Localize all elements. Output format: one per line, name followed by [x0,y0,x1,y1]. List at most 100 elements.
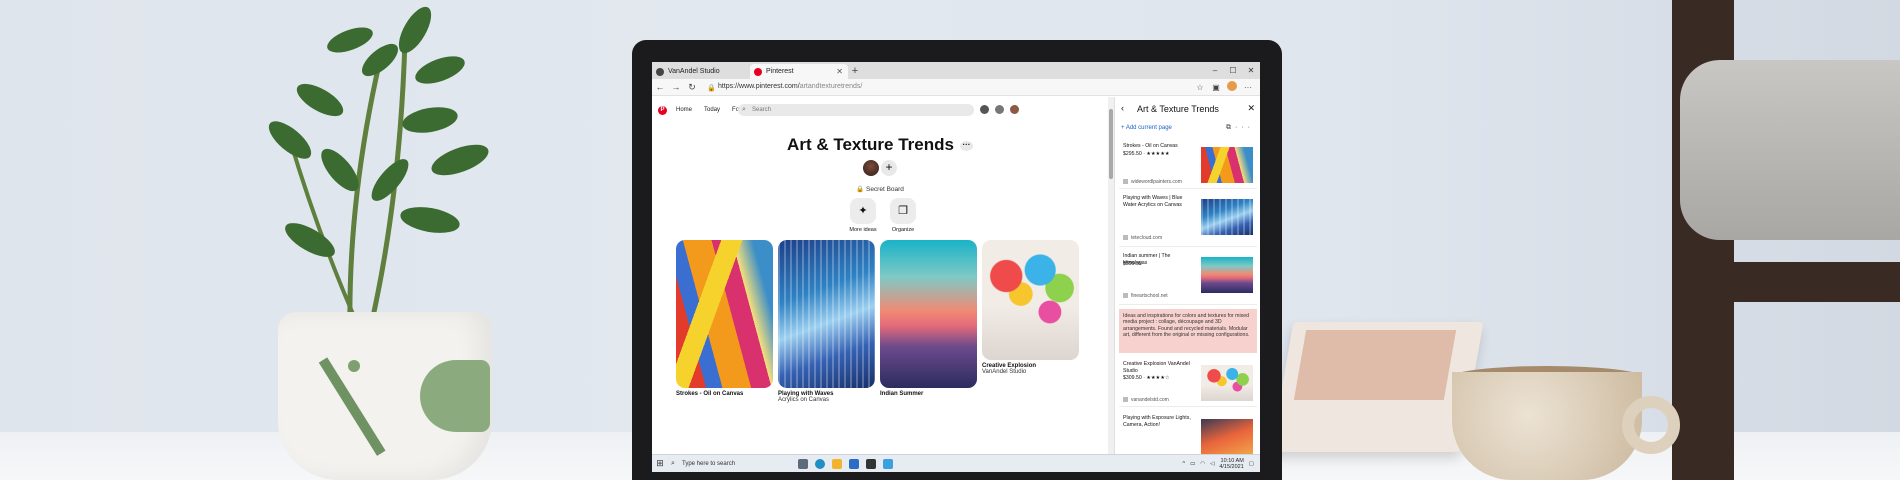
share-icon[interactable]: ⧉ [1226,124,1235,131]
phone-link-icon[interactable] [883,458,893,469]
pin-subtitle: VanAndel Studio [982,369,1027,375]
item-source-text: widewordlpainters.com [1131,179,1182,185]
taskbar-clock[interactable]: 10:10 AM 4/15/2021 [1219,458,1243,470]
back-arrow-icon[interactable]: ‹ [1121,103,1124,113]
window-controls: – ☐ ✕ [1206,62,1260,79]
url-field[interactable]: 🔒 https://www.pinterest.com/artandtextur… [704,81,1164,93]
search-placeholder: Search [752,107,772,113]
pin-card[interactable]: Playing with Waves Acrylics on Canvas [778,240,875,403]
edge-browser-icon[interactable] [815,458,825,469]
site-favicon-icon [1123,293,1128,299]
store-icon[interactable] [866,458,876,469]
board-collaborators: + [863,160,897,176]
nav-today[interactable]: Today [701,105,723,115]
pinterest-logo-icon[interactable]: P [658,105,667,115]
lock-icon: 🔒 [707,85,716,92]
notification-center-icon[interactable]: ▢ [1249,461,1254,467]
book-picture [1293,330,1457,400]
collections-header: ‹ Art & Texture Trends ✕ [1115,103,1260,117]
item-thumbnail [1201,199,1253,235]
toolbar-icons: ☆ ▣ ··· [1194,81,1260,93]
taskbar-apps [798,458,893,469]
refresh-button[interactable]: ↻ [684,82,700,93]
volume-icon[interactable]: ◁ [1210,461,1214,467]
more-options-icon[interactable]: ··· [1235,124,1254,131]
vanandel-favicon-icon [656,68,664,76]
item-source-text: fineartschool.net [1131,293,1168,299]
item-source: fineartschool.net [1123,293,1168,299]
search-icon: ⌕ [742,106,746,113]
task-view-icon[interactable] [798,458,808,469]
forward-button[interactable]: → [668,82,684,92]
board-more-button[interactable]: ··· [959,140,973,151]
pin-title: Indian Summer [880,391,924,397]
more-ideas-label: More ideas [849,227,877,233]
pin-grid: Strokes - Oil on Canvas Playing with Wav… [676,240,1079,403]
pin-image[interactable] [676,240,773,388]
tab-label: Pinterest [766,68,794,75]
pin-image[interactable] [880,240,977,388]
item-thumbnail [1201,365,1253,401]
collection-item[interactable]: Strokes - Oil on Canvas $295.50 · ★★★★★ … [1119,139,1257,189]
notifications-icon[interactable] [980,105,989,114]
more-ideas-action[interactable]: ✦ More ideas [849,198,877,233]
taskbar-search-placeholder: Type here to search [682,460,736,467]
secret-board-text: Secret Board [865,186,904,193]
minimize-button[interactable]: – [1206,62,1224,79]
pin-subtitle: Acrylics on Canvas [778,397,830,403]
system-tray: ^ ▭ ◠ ◁ 10:10 AM 4/15/2021 ▢ [1182,458,1260,470]
organize-action[interactable]: ❐ Organize [889,198,917,233]
pot-pattern [420,360,490,432]
taskbar-search-input[interactable]: ⌕ Type here to search [668,457,788,471]
collections-icon[interactable]: ▣ [1210,83,1222,92]
maximize-button[interactable]: ☐ [1224,62,1242,79]
pin-card[interactable]: Creative Explosion VanAndel Studio [982,240,1079,403]
favorite-star-icon[interactable]: ☆ [1194,83,1206,92]
add-collaborator-button[interactable]: + [881,160,897,176]
new-tab-button[interactable]: + [848,64,862,79]
collection-item[interactable]: Playing with Exposure Lights, Camera, Ac… [1119,411,1257,455]
user-avatar[interactable] [1010,105,1019,114]
pin-card[interactable]: Strokes - Oil on Canvas [676,240,773,403]
collaborator-avatar[interactable] [863,160,879,176]
close-panel-icon[interactable]: ✕ [1247,103,1255,114]
pinterest-favicon-icon [754,68,762,76]
pin-image[interactable] [778,240,875,388]
item-thumbnail [1201,419,1253,455]
mug-handle [1622,396,1680,454]
wifi-icon[interactable]: ◠ [1200,461,1205,467]
back-button[interactable]: ← [652,82,668,92]
tab-close-icon[interactable]: ✕ [836,64,843,79]
mail-icon[interactable] [849,458,859,469]
collection-item[interactable]: Playing with Waves | Blue Water Acrylics… [1119,191,1257,247]
pinterest-search-input[interactable]: ⌕ Search [738,104,974,116]
chevron-up-icon[interactable]: ^ [1182,461,1185,467]
profile-avatar[interactable] [1226,81,1238,93]
collection-item[interactable]: Creative Explosion VanAndel Studio $309.… [1119,357,1257,407]
pin-card[interactable]: Indian Summer [880,240,977,403]
file-explorer-icon[interactable] [832,458,842,469]
nav-home[interactable]: Home [673,105,695,115]
collection-item[interactable]: Indian summer | The Himalayas $599.50 fi… [1119,249,1257,305]
pin-image[interactable] [982,240,1079,360]
site-favicon-icon [1123,397,1128,403]
scrollbar-thumb[interactable] [1109,109,1113,179]
pin-title: Strokes - Oil on Canvas [676,391,744,397]
item-title: Strokes - Oil on Canvas [1123,143,1178,149]
add-current-page-button[interactable]: + Add current page [1121,125,1172,131]
tab-vanandel[interactable]: VanAndel Studio [652,64,750,79]
sparkle-icon[interactable]: ✦ [850,198,876,224]
clock-date: 4/15/2021 [1219,463,1244,470]
item-title: Creative Explosion VanAndel Studio [1123,361,1190,374]
tab-pinterest[interactable]: Pinterest ✕ [750,64,848,79]
organize-icon[interactable]: ❐ [890,198,916,224]
close-window-button[interactable]: ✕ [1242,62,1260,79]
start-button-icon[interactable]: ⊞ [652,458,668,469]
secret-board-label: 🔒 Secret Board [652,185,1108,193]
collection-note[interactable]: Ideas and inspirations for colors and te… [1119,309,1257,353]
battery-icon[interactable]: ▭ [1190,461,1195,467]
messages-icon[interactable] [995,105,1004,114]
item-source-text: vanandelstd.com [1131,397,1169,403]
item-source-text: tetecloud.com [1131,235,1163,241]
settings-menu-icon[interactable]: ··· [1242,83,1254,92]
